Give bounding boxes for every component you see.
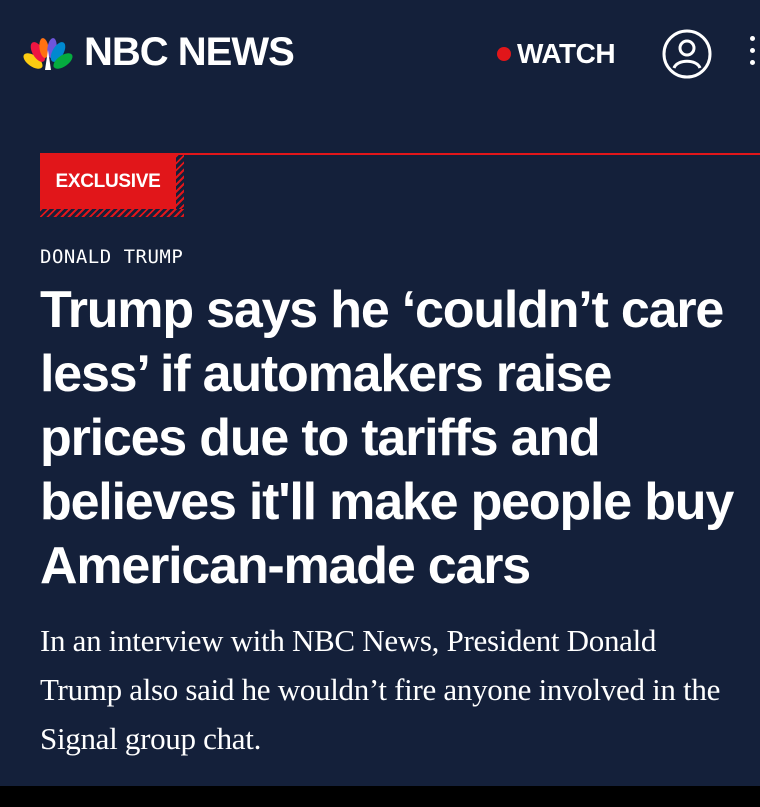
article-headline[interactable]: Trump says he ‘couldn’t care less’ if au…	[40, 278, 760, 598]
user-account-icon[interactable]	[661, 28, 713, 80]
live-dot-icon	[497, 47, 511, 61]
bottom-bar	[0, 786, 760, 807]
brand-name: NBC NEWS	[84, 30, 295, 74]
dek-line: In an interview with NBC News, President…	[40, 623, 657, 658]
badge-hatch-right	[176, 155, 184, 209]
exclusive-label: EXCLUSIVE	[40, 155, 176, 209]
watch-live-link[interactable]: WATCH	[497, 36, 616, 72]
badge-hatch-bottom	[40, 209, 184, 217]
article-dek: In an interview with NBC News, President…	[40, 616, 760, 763]
dek-line: Trump also said he wouldn’t fire anyone …	[40, 672, 721, 707]
section-label[interactable]: DONALD TRUMP	[40, 246, 183, 268]
exclusive-badge: EXCLUSIVE	[40, 153, 184, 217]
nbc-news-logo[interactable]: NBC NEWS	[20, 30, 295, 74]
more-vertical-icon[interactable]	[748, 36, 760, 76]
watch-label: WATCH	[517, 38, 616, 69]
nbc-peacock-icon	[23, 38, 73, 70]
dek-line: Signal group chat.	[40, 721, 262, 756]
site-header: NBC NEWS WATCH	[0, 0, 760, 110]
